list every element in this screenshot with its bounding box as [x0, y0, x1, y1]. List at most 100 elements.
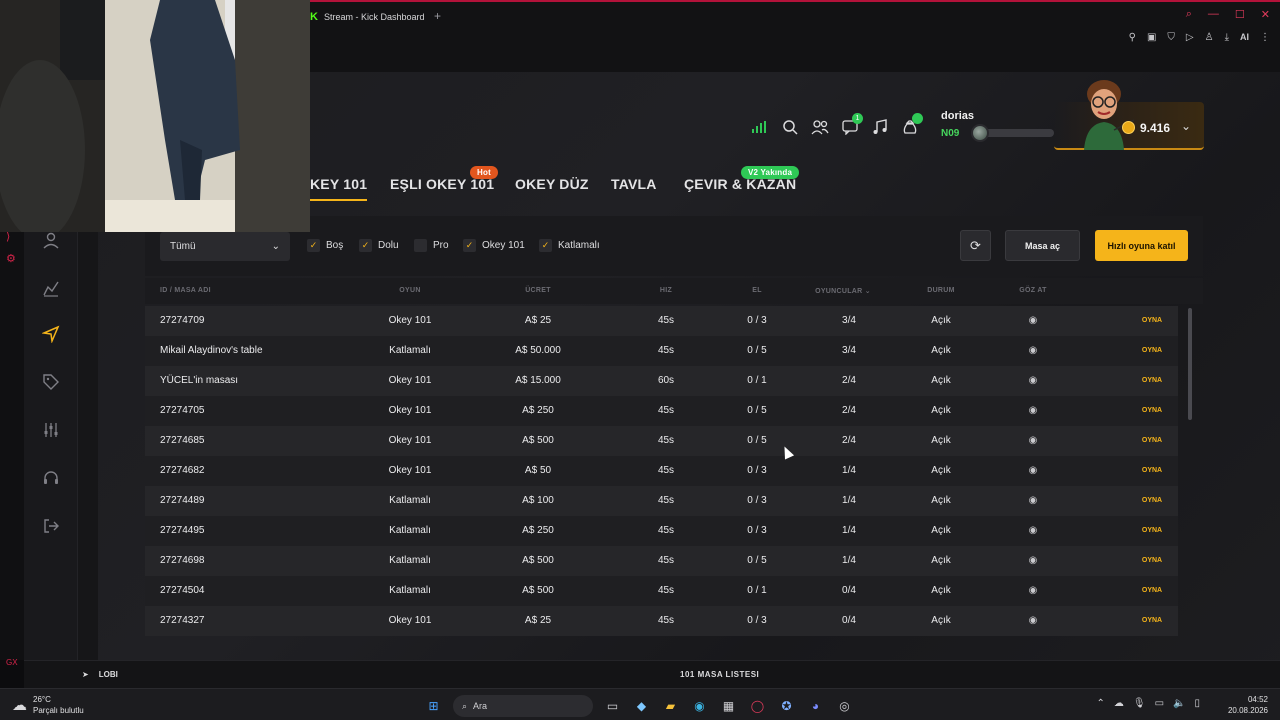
browser-tab[interactable]: K Stream - Kick Dashboard — [310, 8, 425, 26]
avatar[interactable] — [1074, 72, 1134, 150]
play-button[interactable]: OYNA — [1142, 407, 1162, 414]
settings-icon[interactable]: ⚙ — [6, 252, 16, 265]
play-button[interactable]: OYNA — [1142, 557, 1162, 564]
taskbar-search[interactable]: ⌕ Ara — [453, 695, 593, 717]
eye-icon[interactable]: ◉ — [1029, 465, 1038, 476]
eye-icon[interactable]: ◉ — [1029, 555, 1038, 566]
tab-okey-duz[interactable]: OKEY DÜZ — [515, 176, 589, 192]
tab-okey-101[interactable]: KEY 101 — [310, 176, 368, 201]
play-button[interactable]: OYNA — [1142, 497, 1162, 504]
quick-join-button[interactable]: Hızlı oyuna katıl — [1095, 230, 1188, 261]
play-button[interactable]: OYNA — [1142, 617, 1162, 624]
tray-expand-icon[interactable]: ⌃ — [1096, 698, 1104, 709]
eye-icon[interactable]: ◉ — [1029, 495, 1038, 506]
stats-icon[interactable] — [39, 276, 63, 300]
support-icon[interactable] — [39, 466, 63, 490]
play-button[interactable]: OYNA — [1142, 317, 1162, 324]
ai-button[interactable]: AI — [1240, 32, 1249, 43]
opera-gx-icon[interactable]: ◯ — [748, 697, 767, 716]
app-icon[interactable]: ◎ — [835, 697, 854, 716]
filter-okey-101[interactable]: ✓ Okey 101 — [463, 239, 525, 252]
eye-icon[interactable]: ◉ — [1029, 435, 1038, 446]
play-button[interactable]: OYNA — [1142, 467, 1162, 474]
eye-icon[interactable]: ◉ — [1029, 525, 1038, 536]
screenshot-icon[interactable]: ▣ — [1147, 32, 1156, 43]
download-icon[interactable]: ⤓ — [1225, 32, 1229, 43]
windows-start-icon[interactable]: ⊞ — [424, 697, 443, 716]
discord-icon[interactable]: ◕ — [806, 697, 825, 716]
navigate-icon[interactable] — [39, 322, 63, 346]
checkbox-icon[interactable]: ✓ — [307, 239, 320, 252]
search-icon[interactable]: ⌕ — [1186, 8, 1192, 21]
microphone-icon[interactable]: 🎙 — [1133, 698, 1146, 709]
lobby-button[interactable]: ➤ LOBI — [82, 670, 118, 679]
checkbox-icon[interactable]: ✓ — [463, 239, 476, 252]
eye-icon[interactable]: ◉ — [1029, 375, 1038, 386]
new-tab-icon[interactable]: + — [434, 9, 441, 23]
friends-icon[interactable] — [809, 116, 831, 138]
table-row[interactable]: 27274504 Katlamalı A$ 500 45s 0 / 1 0/4 Açık ◉ O… — [145, 576, 1178, 606]
music-icon[interactable] — [869, 116, 891, 138]
checkbox-icon[interactable]: ✓ — [539, 239, 552, 252]
tag-icon[interactable] — [39, 370, 63, 394]
file-explorer-icon[interactable]: ▰ — [661, 697, 680, 716]
table-row[interactable]: 27274489 Katlamalı A$ 100 45s 0 / 3 1/4 Açık ◉ O… — [145, 486, 1178, 516]
table-row[interactable]: 27274709 Okey 101 A$ 25 45s 0 / 3 3/4 Açık ◉ OYN… — [145, 306, 1178, 336]
play-icon[interactable]: ▷ — [1186, 32, 1194, 43]
minimize-icon[interactable]: — — [1208, 8, 1219, 21]
table-row[interactable]: Mikail Alaydinov's table Katlamalı A$ 50.0… — [145, 336, 1178, 366]
tab-tavla[interactable]: TAVLA — [611, 176, 657, 192]
battery-icon[interactable]: ▯ — [1194, 698, 1200, 709]
col-players[interactable]: OYUNCULAR ⌄ — [815, 287, 871, 295]
checkbox-icon[interactable] — [414, 239, 427, 252]
eye-icon[interactable]: ◉ — [1029, 585, 1038, 596]
filter-pro[interactable]: Pro — [414, 239, 449, 252]
table-scrollbar[interactable] — [1188, 308, 1192, 420]
account-icon[interactable]: ♙ — [1205, 32, 1214, 43]
play-button[interactable]: OYNA — [1142, 527, 1162, 534]
eye-icon[interactable]: ◉ — [1029, 345, 1038, 356]
cloud-sync-icon[interactable]: ☁ — [1114, 698, 1124, 709]
weather-widget[interactable]: ☁ 26°C Parçalı bulutlu — [12, 694, 84, 716]
maximize-icon[interactable]: ☐ — [1235, 8, 1245, 21]
steam-icon[interactable]: ✪ — [777, 697, 796, 716]
table-row[interactable]: 27274495 Katlamalı A$ 250 45s 0 / 3 1/4 Açık ◉ O… — [145, 516, 1178, 546]
logout-icon[interactable] — [39, 514, 63, 538]
eye-icon[interactable]: ◉ — [1029, 405, 1038, 416]
gx-icon[interactable]: GX — [6, 658, 18, 667]
sliders-icon[interactable] — [39, 418, 63, 442]
play-button[interactable]: OYNA — [1142, 347, 1162, 354]
table-row[interactable]: 27274682 Okey 101 A$ 50 45s 0 / 3 1/4 Açık ◉ OYN… — [145, 456, 1178, 486]
checkbox-icon[interactable]: ✓ — [359, 239, 372, 252]
game-type-select[interactable]: Tümü ⌄ — [160, 232, 290, 261]
table-row[interactable]: 27274698 Katlamalı A$ 500 45s 0 / 5 1/4 Açık ◉ O… — [145, 546, 1178, 576]
create-table-button[interactable]: Masa aç — [1005, 230, 1080, 261]
play-button[interactable]: OYNA — [1142, 377, 1162, 384]
close-icon[interactable]: ✕ — [1261, 8, 1270, 21]
copilot-icon[interactable]: ◆ — [632, 697, 651, 716]
table-row[interactable]: 27274685 Okey 101 A$ 500 45s 0 / 5 2/4 Açık ◉ OY… — [145, 426, 1178, 456]
table-row[interactable]: 27274327 Okey 101 A$ 25 45s 0 / 3 0/4 Açık ◉ OYN… — [145, 606, 1178, 636]
filter-katlamali[interactable]: ✓ Katlamalı — [539, 239, 600, 252]
store-icon[interactable]: ▦ — [719, 697, 738, 716]
chevron-down-icon[interactable]: ⌄ — [1181, 119, 1191, 133]
search-icon[interactable] — [779, 116, 801, 138]
pin-icon[interactable]: ⚲ — [1129, 32, 1136, 43]
table-row[interactable]: YÜCEL'in masası Okey 101 A$ 15.000 60s 0 / 1… — [145, 366, 1178, 396]
tab-esli-okey-101[interactable]: EŞLI OKEY 101 Hot — [390, 166, 498, 192]
table-row[interactable]: 27274705 Okey 101 A$ 250 45s 0 / 5 2/4 Açık ◉ OY… — [145, 396, 1178, 426]
eye-icon[interactable]: ◉ — [1029, 315, 1038, 326]
filter-dolu[interactable]: ✓ Dolu — [359, 239, 399, 252]
refresh-button[interactable]: ⟳ — [960, 230, 991, 261]
volume-icon[interactable]: 🔈 — [1173, 698, 1185, 709]
eye-icon[interactable]: ◉ — [1029, 615, 1038, 626]
edge-icon[interactable]: ◉ — [690, 697, 709, 716]
filter-bos[interactable]: ✓ Boş — [307, 239, 343, 252]
task-view-icon[interactable]: ▭ — [603, 697, 622, 716]
menu-icon[interactable]: ⋮ — [1260, 32, 1270, 43]
play-button[interactable]: OYNA — [1142, 437, 1162, 444]
network-icon[interactable]: ▭ — [1155, 698, 1164, 709]
shield-icon[interactable]: ⛉ — [1167, 32, 1175, 43]
play-button[interactable]: OYNA — [1142, 587, 1162, 594]
clock[interactable]: 04:52 20.08.2026 — [1228, 694, 1268, 716]
